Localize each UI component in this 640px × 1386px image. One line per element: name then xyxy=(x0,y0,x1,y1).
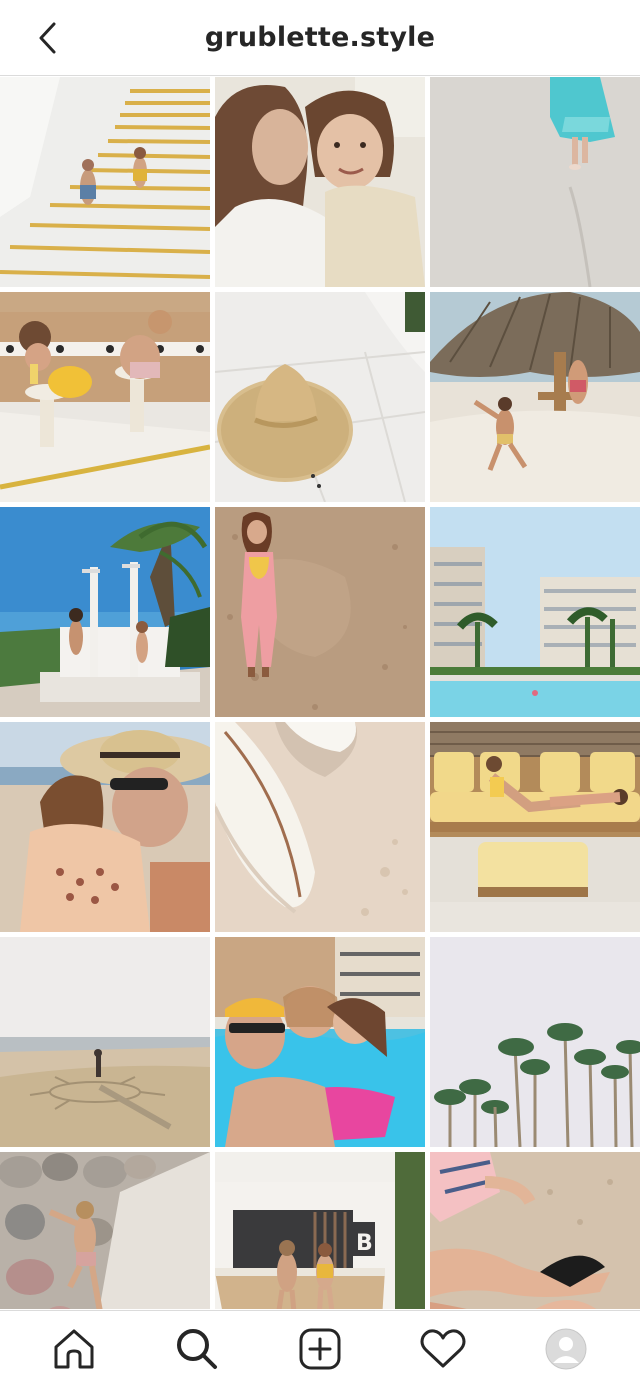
bottom-navigation-bar xyxy=(0,1310,640,1386)
post-thumbnail-kids-on-stairs[interactable] xyxy=(0,77,210,287)
post-thumbnail-mother-daughter-selfie[interactable] xyxy=(215,77,425,287)
post-thumbnail-palapa-beach-kids[interactable] xyxy=(430,292,640,502)
nav-profile-button[interactable] xyxy=(526,1311,606,1386)
avatar-icon xyxy=(545,1328,587,1369)
nav-new-post-button[interactable] xyxy=(280,1311,360,1386)
nav-activity-button[interactable] xyxy=(403,1311,483,1386)
home-icon xyxy=(54,1329,94,1368)
photo-grid-container[interactable]: B xyxy=(0,77,640,1309)
post-thumbnail-resort-pool[interactable] xyxy=(430,507,640,717)
post-thumbnail-boy-climbing-rocks[interactable] xyxy=(0,1152,210,1309)
post-thumbnail-surfboards-sand[interactable] xyxy=(215,722,425,932)
post-thumbnail-family-pool-selfie[interactable] xyxy=(215,937,425,1147)
back-button[interactable] xyxy=(28,18,68,58)
svg-text:B: B xyxy=(356,1231,373,1256)
heart-icon xyxy=(420,1328,466,1367)
post-thumbnail-girl-on-beach-turquoise[interactable] xyxy=(430,77,640,287)
photo-grid: B xyxy=(0,77,640,1309)
profile-username-title: grublette.style xyxy=(204,22,436,53)
post-thumbnail-kids-on-lounge[interactable] xyxy=(430,722,640,932)
nav-search-button[interactable] xyxy=(157,1311,237,1386)
top-bar: grublette.style xyxy=(0,0,640,76)
plus-square-icon xyxy=(299,1328,341,1369)
post-thumbnail-beach-shower[interactable] xyxy=(0,507,210,717)
post-thumbnail-kids-at-bar-b[interactable]: B xyxy=(215,1152,425,1309)
post-thumbnail-feet-in-sand[interactable] xyxy=(430,1152,640,1309)
chevron-left-icon xyxy=(39,22,56,54)
post-thumbnail-kids-at-juice-bar[interactable] xyxy=(0,292,210,502)
post-thumbnail-palm-trees-sky[interactable] xyxy=(430,937,640,1147)
post-thumbnail-straw-hat[interactable] xyxy=(215,292,425,502)
post-thumbnail-girl-pink-romper[interactable] xyxy=(215,507,425,717)
post-thumbnail-sun-drawing-beach[interactable] xyxy=(0,937,210,1147)
search-icon xyxy=(176,1328,217,1369)
post-thumbnail-mother-hat-hug[interactable] xyxy=(0,722,210,932)
nav-home-button[interactable] xyxy=(34,1311,114,1386)
